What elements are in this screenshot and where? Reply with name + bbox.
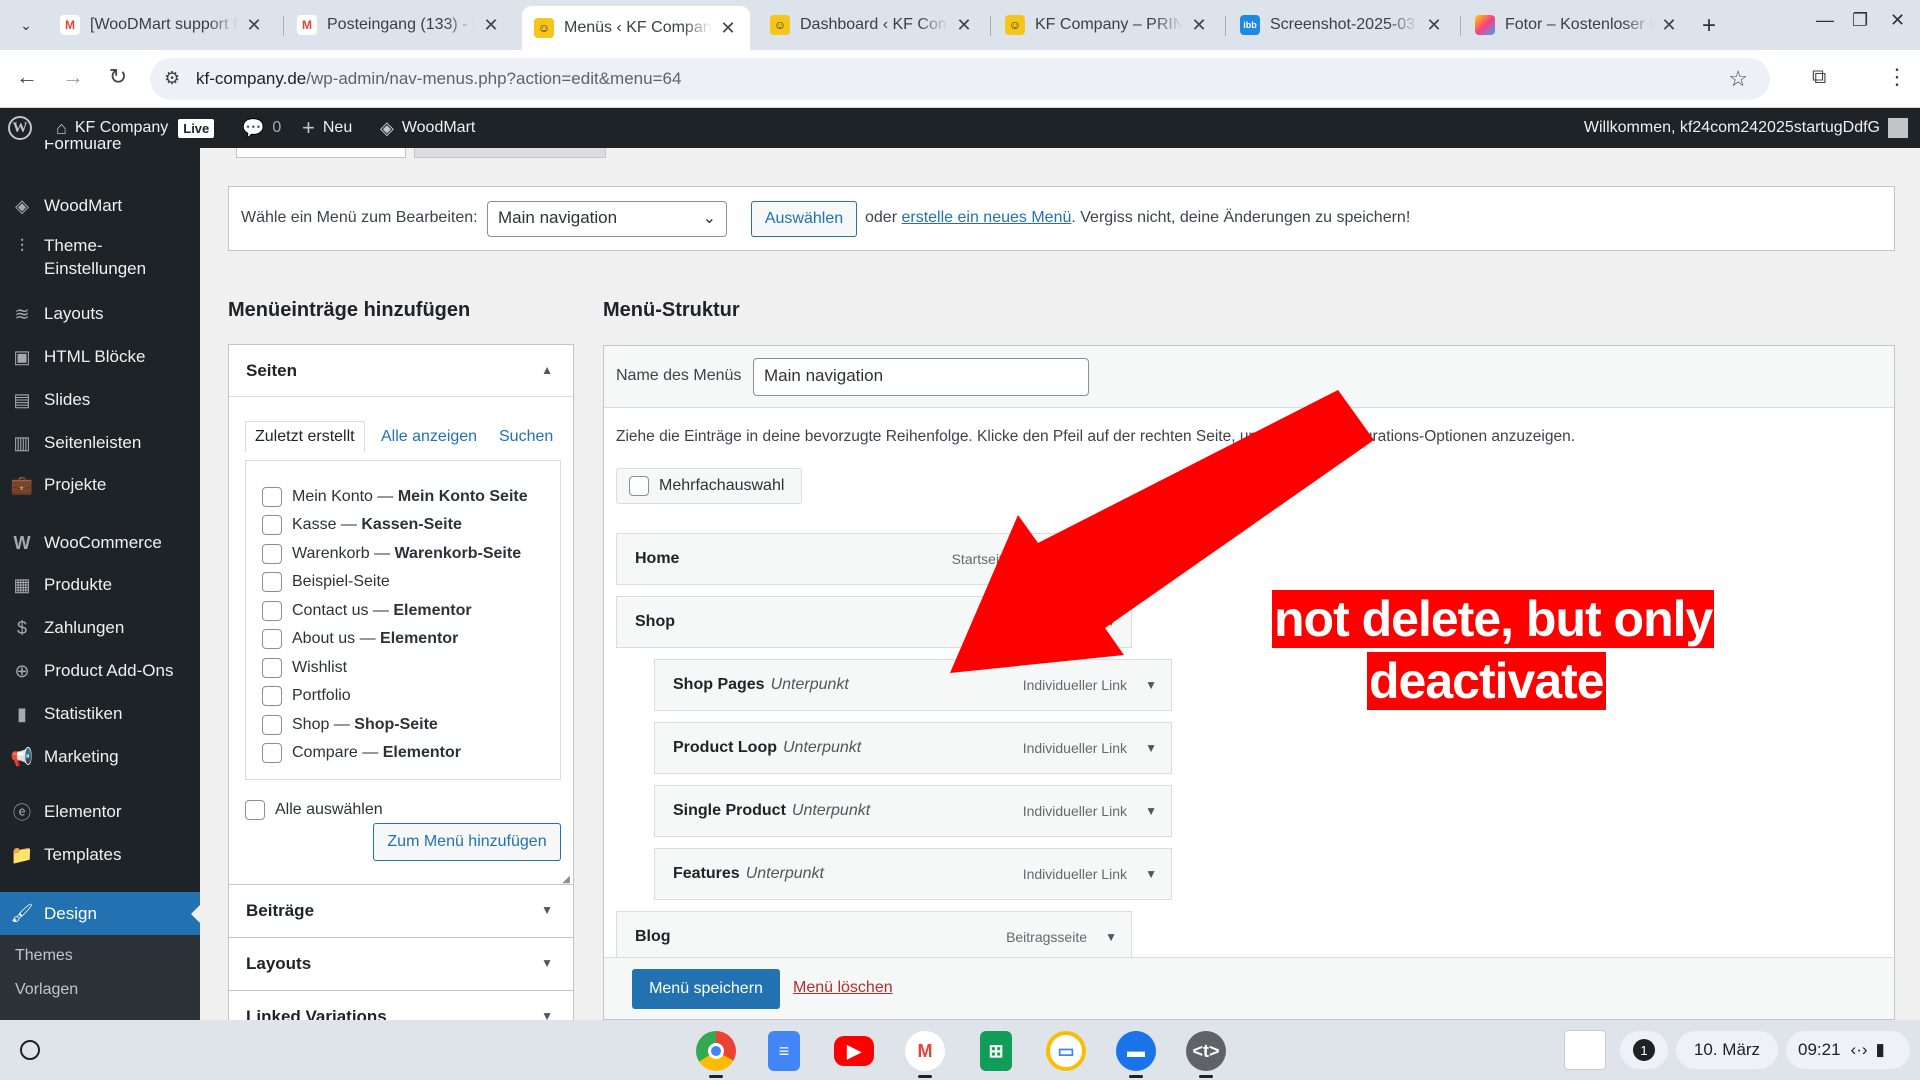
google-slides-icon[interactable]: ▭ xyxy=(1046,1031,1086,1071)
battery-icon: ▮ xyxy=(1875,1040,1885,1059)
notification-count: 1 xyxy=(1633,1039,1655,1061)
network-arrows-icon: ‹·› xyxy=(1850,1040,1868,1059)
launcher-icon[interactable] xyxy=(20,1040,40,1060)
gmail-app-icon[interactable]: M xyxy=(905,1031,945,1071)
date-tray[interactable]: 10. März xyxy=(1676,1031,1778,1069)
screenshot-thumbnail[interactable] xyxy=(1564,1030,1606,1070)
notifications-tray[interactable]: 1 xyxy=(1620,1031,1668,1069)
annotation-text-line1: not delete, but only xyxy=(1272,590,1715,648)
files-icon[interactable]: ▬ xyxy=(1116,1031,1156,1071)
google-sheets-icon[interactable]: ⊞ xyxy=(980,1031,1012,1071)
annotation-text-line2: deactivate xyxy=(1367,652,1606,710)
clock-text: 09:21 xyxy=(1798,1040,1841,1059)
google-docs-icon[interactable]: ≡ xyxy=(768,1031,800,1071)
os-shelf: ≡ ▶ M ⊞ ▭ ▬ <t> 1 10. März 09:21 ‹·› ▮ xyxy=(0,1020,1920,1080)
chrome-icon[interactable] xyxy=(696,1031,736,1071)
annotation-arrow-overlay xyxy=(950,390,1374,673)
youtube-icon[interactable]: ▶ xyxy=(834,1036,874,1066)
status-tray[interactable]: 09:21 ‹·› ▮ xyxy=(1786,1031,1910,1069)
terminal-icon[interactable]: <t> xyxy=(1186,1031,1226,1071)
